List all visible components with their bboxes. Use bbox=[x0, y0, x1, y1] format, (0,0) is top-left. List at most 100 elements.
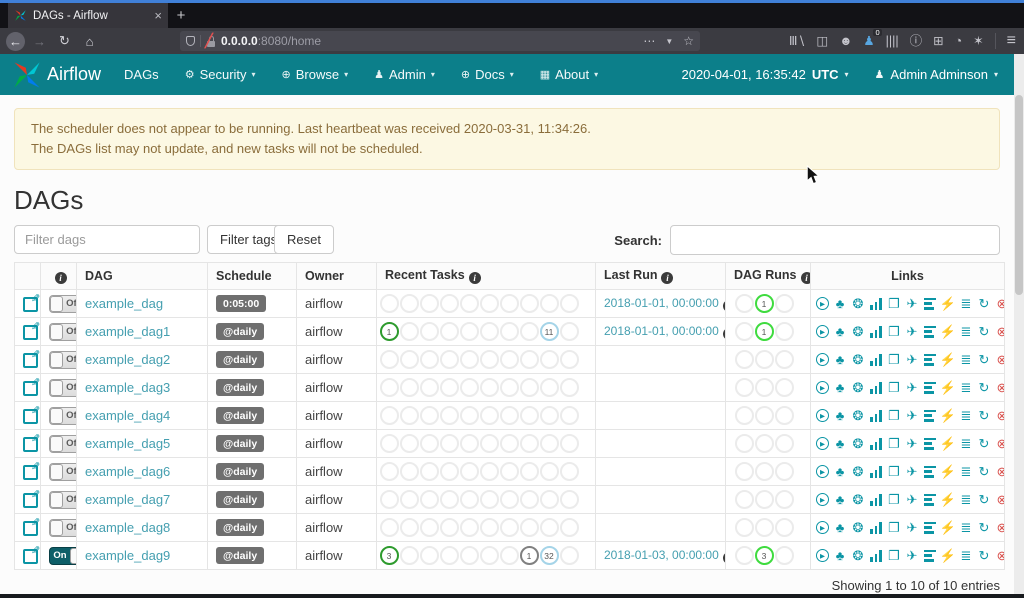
delete-dag-icon[interactable]: ⊗ bbox=[995, 324, 1005, 340]
task-state-upstream_failed[interactable] bbox=[440, 462, 459, 481]
task-state-none[interactable] bbox=[540, 490, 559, 509]
task-state-success[interactable] bbox=[380, 518, 399, 537]
info-icon[interactable] bbox=[661, 272, 673, 284]
gantt-view-icon[interactable] bbox=[923, 296, 938, 312]
tree-view-icon[interactable]: ♣ bbox=[833, 492, 848, 508]
graph-view-icon[interactable]: ❂ bbox=[851, 548, 866, 564]
task-state-skipped[interactable] bbox=[460, 462, 479, 481]
delete-dag-icon[interactable]: ⊗ bbox=[995, 548, 1005, 564]
dag-pause-toggle[interactable]: Off bbox=[49, 435, 77, 453]
dag-run-state-running[interactable] bbox=[755, 406, 774, 425]
edit-dag-icon[interactable] bbox=[23, 409, 38, 424]
menu-icon[interactable]: ≡ bbox=[1007, 33, 1016, 49]
trigger-dag-icon[interactable]: ▶ bbox=[815, 492, 830, 508]
dag-run-state-success[interactable] bbox=[735, 518, 754, 537]
tree-view-icon[interactable]: ♣ bbox=[833, 380, 848, 396]
task-state-upstream_failed[interactable] bbox=[440, 546, 459, 565]
info-icon[interactable] bbox=[801, 272, 811, 284]
dag-run-state-failed[interactable] bbox=[775, 434, 794, 453]
airflow-brand[interactable]: Airflow bbox=[0, 60, 101, 90]
task-state-running[interactable] bbox=[400, 378, 419, 397]
task-state-queued[interactable] bbox=[520, 350, 539, 369]
dag-details-icon[interactable]: ≣ bbox=[959, 436, 974, 452]
trigger-dag-icon[interactable]: ▶ bbox=[815, 324, 830, 340]
edit-dag-icon[interactable] bbox=[23, 493, 38, 508]
task-tries-icon[interactable]: ❐ bbox=[887, 492, 902, 508]
task-state-scheduled[interactable] bbox=[560, 294, 579, 313]
task-state-up_for_reschedule[interactable] bbox=[500, 294, 519, 313]
task-state-none[interactable] bbox=[540, 518, 559, 537]
task-state-success[interactable] bbox=[380, 406, 399, 425]
graph-view-icon[interactable]: ❂ bbox=[851, 352, 866, 368]
dag-pause-toggle[interactable]: Off bbox=[49, 491, 77, 509]
reload-button-icon[interactable]: ↻ bbox=[54, 31, 75, 52]
task-state-upstream_failed[interactable] bbox=[440, 434, 459, 453]
trigger-dag-icon[interactable]: ▶ bbox=[815, 352, 830, 368]
task-state-running[interactable] bbox=[400, 518, 419, 537]
dag-run-state-running[interactable] bbox=[755, 434, 774, 453]
task-state-success[interactable] bbox=[380, 378, 399, 397]
refresh-icon[interactable]: ↻ bbox=[977, 436, 992, 452]
task-state-skipped[interactable] bbox=[460, 378, 479, 397]
dag-run-state-success[interactable] bbox=[735, 322, 754, 341]
tree-view-icon[interactable]: ♣ bbox=[833, 296, 848, 312]
dag-details-icon[interactable]: ≣ bbox=[959, 352, 974, 368]
task-state-up_for_reschedule[interactable] bbox=[500, 462, 519, 481]
search-input[interactable] bbox=[670, 225, 1000, 255]
task-state-scheduled[interactable] bbox=[560, 322, 579, 341]
task-state-running[interactable] bbox=[400, 406, 419, 425]
header-owner[interactable]: Owner bbox=[297, 263, 377, 290]
task-state-scheduled[interactable] bbox=[560, 434, 579, 453]
refresh-icon[interactable]: ↻ bbox=[977, 324, 992, 340]
dag-details-icon[interactable]: ≣ bbox=[959, 408, 974, 424]
task-state-up_for_retry[interactable] bbox=[480, 490, 499, 509]
delete-dag-icon[interactable]: ⊗ bbox=[995, 352, 1005, 368]
task-state-queued[interactable] bbox=[520, 378, 539, 397]
code-view-icon[interactable]: ⚡ bbox=[941, 380, 956, 396]
page-scrollbar[interactable] bbox=[1014, 54, 1024, 594]
account-icon[interactable]: ☻ bbox=[839, 35, 852, 48]
task-state-success[interactable] bbox=[380, 294, 399, 313]
task-state-none[interactable] bbox=[540, 462, 559, 481]
task-state-up_for_reschedule[interactable] bbox=[500, 322, 519, 341]
back-button-icon[interactable]: ← bbox=[6, 32, 25, 51]
task-tries-icon[interactable]: ❐ bbox=[887, 464, 902, 480]
task-state-scheduled[interactable] bbox=[560, 378, 579, 397]
task-state-scheduled[interactable] bbox=[560, 490, 579, 509]
landing-times-icon[interactable]: ✈ bbox=[905, 408, 920, 424]
delete-dag-icon[interactable]: ⊗ bbox=[995, 380, 1005, 396]
task-duration-icon[interactable] bbox=[869, 464, 884, 480]
task-duration-icon[interactable] bbox=[869, 408, 884, 424]
tree-view-icon[interactable]: ♣ bbox=[833, 520, 848, 536]
dag-pause-toggle[interactable]: Off bbox=[49, 351, 77, 369]
task-state-running[interactable] bbox=[400, 350, 419, 369]
refresh-icon[interactable]: ↻ bbox=[977, 380, 992, 396]
landing-times-icon[interactable]: ✈ bbox=[905, 464, 920, 480]
dag-run-state-success[interactable] bbox=[735, 406, 754, 425]
task-state-failed[interactable] bbox=[420, 434, 439, 453]
graph-view-icon[interactable]: ❂ bbox=[851, 380, 866, 396]
gantt-view-icon[interactable] bbox=[923, 464, 938, 480]
edit-dag-icon[interactable] bbox=[23, 353, 38, 368]
dag-run-state-running[interactable] bbox=[755, 518, 774, 537]
task-state-up_for_retry[interactable] bbox=[480, 518, 499, 537]
nav-item-docs[interactable]: ⊕Docs▾ bbox=[450, 61, 525, 88]
code-view-icon[interactable]: ⚡ bbox=[941, 464, 956, 480]
task-state-up_for_reschedule[interactable] bbox=[500, 546, 519, 565]
task-state-none[interactable] bbox=[540, 406, 559, 425]
code-view-icon[interactable]: ⚡ bbox=[941, 352, 956, 368]
task-state-upstream_failed[interactable] bbox=[440, 406, 459, 425]
dag-link[interactable]: example_dag6 bbox=[85, 464, 170, 479]
info-icon[interactable] bbox=[55, 272, 67, 284]
refresh-icon[interactable]: ↻ bbox=[977, 408, 992, 424]
dag-run-state-success[interactable] bbox=[735, 434, 754, 453]
task-state-failed[interactable] bbox=[420, 294, 439, 313]
task-tries-icon[interactable]: ❐ bbox=[887, 324, 902, 340]
user-dropdown[interactable]: ♟ Admin Adminson ▾ bbox=[875, 67, 998, 82]
task-state-up_for_retry[interactable] bbox=[480, 350, 499, 369]
task-state-failed[interactable] bbox=[420, 462, 439, 481]
task-state-up_for_retry[interactable] bbox=[480, 406, 499, 425]
dag-link[interactable]: example_dag7 bbox=[85, 492, 170, 507]
scrollbar-thumb[interactable] bbox=[1015, 95, 1023, 295]
schedule-badge[interactable]: 0:05:00 bbox=[216, 295, 266, 312]
